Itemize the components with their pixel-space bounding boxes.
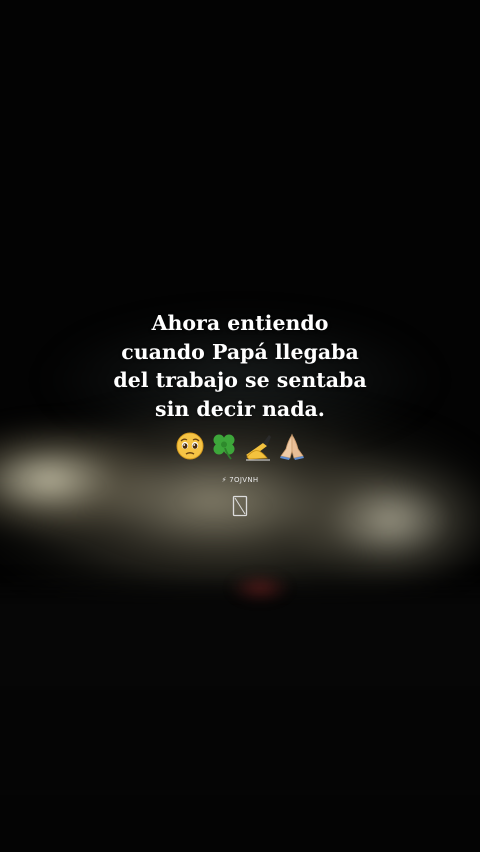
caption-line: Ahora entiendo	[151, 311, 329, 335]
writing-hand-icon	[243, 431, 273, 461]
caption-line: sin decir nada.	[155, 396, 325, 421]
overlay-content: Ahora entiendo cuando Papá llegaba del t…	[0, 0, 480, 852]
folded-hands-icon	[277, 431, 307, 461]
caption-line: cuando Papá llegaba	[121, 339, 359, 364]
emoji-row	[175, 430, 307, 462]
creator-handle: ⚡ 7OJVNH	[221, 476, 259, 484]
phone-outline-icon	[232, 495, 248, 517]
caption-line: del trabajo se sentaba	[113, 368, 367, 392]
four-leaf-clover-icon	[209, 431, 239, 461]
video-frame: Ahora entiendo cuando Papá llegaba del t…	[0, 0, 480, 852]
caption-text: Ahora entiendo cuando Papá llegaba del t…	[40, 309, 440, 423]
pleading-face-icon	[175, 431, 205, 461]
